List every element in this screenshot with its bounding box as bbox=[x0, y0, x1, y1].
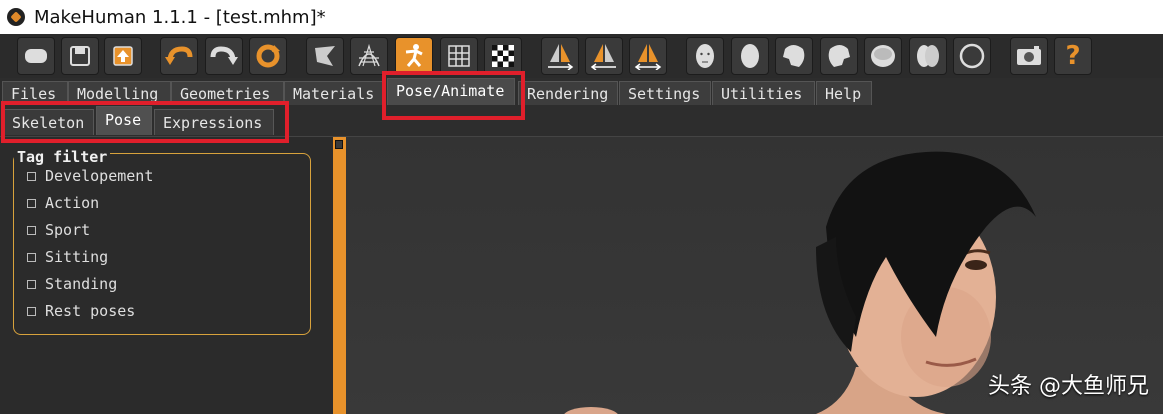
tag-label: Rest poses bbox=[45, 302, 136, 320]
grid-icon[interactable] bbox=[440, 37, 478, 75]
tag-filter-title: Tag filter bbox=[14, 148, 111, 166]
head-right-icon[interactable] bbox=[820, 37, 858, 75]
reset-icon[interactable] bbox=[249, 37, 287, 75]
toolbar: ? bbox=[0, 34, 1163, 79]
face-front-icon[interactable] bbox=[686, 37, 724, 75]
head-left-icon[interactable] bbox=[775, 37, 813, 75]
sub-tab-bar: Skeleton Pose Expressions bbox=[0, 106, 1163, 137]
tab-rendering[interactable]: Rendering bbox=[518, 81, 618, 105]
tag-checkbox-sport[interactable]: Sport bbox=[27, 221, 90, 239]
hand-shape bbox=[564, 407, 618, 414]
right-eye bbox=[965, 260, 987, 270]
checkbox[interactable] bbox=[27, 225, 36, 235]
window-title: MakeHuman 1.1.1 - [test.mhm]* bbox=[34, 6, 326, 28]
tag-label: Developement bbox=[45, 167, 154, 185]
wireframe-icon[interactable] bbox=[350, 37, 388, 75]
tag-label: Sitting bbox=[45, 248, 109, 266]
tab-geometries[interactable]: Geometries bbox=[171, 81, 284, 105]
tab-files[interactable]: Files bbox=[2, 81, 68, 105]
checkbox[interactable] bbox=[27, 306, 36, 316]
tag-checkbox-standing[interactable]: Standing bbox=[27, 275, 117, 293]
export-icon[interactable] bbox=[104, 37, 142, 75]
checkbox[interactable] bbox=[27, 171, 36, 181]
scroll-handle[interactable] bbox=[335, 140, 343, 149]
tab-pose-animate[interactable]: Pose/Animate bbox=[387, 78, 515, 105]
head-back-icon[interactable] bbox=[909, 37, 947, 75]
symmetry-right-icon[interactable] bbox=[541, 37, 579, 75]
panel-scrollbar[interactable] bbox=[333, 137, 346, 414]
tag-checkbox-developement[interactable]: Developement bbox=[27, 167, 153, 185]
hair-shape bbox=[826, 151, 1036, 337]
title-bar: MakeHuman 1.1.1 - [test.mhm]* bbox=[0, 0, 1163, 34]
help-icon[interactable]: ? bbox=[1054, 37, 1092, 75]
tab-utilities[interactable]: Utilities bbox=[712, 81, 815, 105]
3d-viewport[interactable]: 头条 @大鱼师兄 bbox=[346, 137, 1163, 414]
checkbox[interactable] bbox=[27, 198, 36, 208]
tag-label: Action bbox=[45, 194, 100, 212]
head-round-icon[interactable] bbox=[953, 37, 991, 75]
subtab-pose[interactable]: Pose bbox=[96, 106, 152, 135]
tag-checkbox-action[interactable]: Action bbox=[27, 194, 99, 212]
save-icon[interactable] bbox=[61, 37, 99, 75]
checkbox[interactable] bbox=[27, 252, 36, 262]
main-tab-bar: Files Modelling Geometries Materials Pos… bbox=[0, 78, 1163, 106]
subtab-expressions[interactable]: Expressions bbox=[154, 109, 274, 135]
checkbox[interactable] bbox=[27, 279, 36, 289]
head-top-icon[interactable] bbox=[864, 37, 902, 75]
undo-draft-icon[interactable] bbox=[17, 37, 55, 75]
tag-checkbox-rest-poses[interactable]: Rest poses bbox=[27, 302, 135, 320]
tag-checkbox-sitting[interactable]: Sitting bbox=[27, 248, 108, 266]
tab-materials[interactable]: Materials bbox=[284, 81, 384, 105]
tab-settings[interactable]: Settings bbox=[619, 81, 711, 105]
tab-help[interactable]: Help bbox=[816, 81, 872, 105]
undo-icon[interactable] bbox=[160, 37, 198, 75]
smooth-icon[interactable] bbox=[306, 37, 344, 75]
symmetry-left-icon[interactable] bbox=[585, 37, 623, 75]
watermark: 头条 @大鱼师兄 bbox=[988, 374, 1149, 399]
pose-icon[interactable] bbox=[395, 37, 433, 75]
face-side-icon[interactable] bbox=[731, 37, 769, 75]
help-icon-glyph: ? bbox=[1065, 41, 1081, 71]
tag-label: Standing bbox=[45, 275, 118, 293]
left-panel: Tag filter Developement Action Sport Sit… bbox=[0, 137, 333, 414]
tab-modelling[interactable]: Modelling bbox=[68, 81, 171, 105]
subtab-skeleton[interactable]: Skeleton bbox=[3, 109, 94, 135]
tag-label: Sport bbox=[45, 221, 91, 239]
redo-icon[interactable] bbox=[205, 37, 243, 75]
camera-icon[interactable] bbox=[1010, 37, 1048, 75]
checker-icon[interactable] bbox=[484, 37, 522, 75]
app-logo-icon bbox=[7, 8, 25, 26]
symmetry-icon[interactable] bbox=[629, 37, 667, 75]
